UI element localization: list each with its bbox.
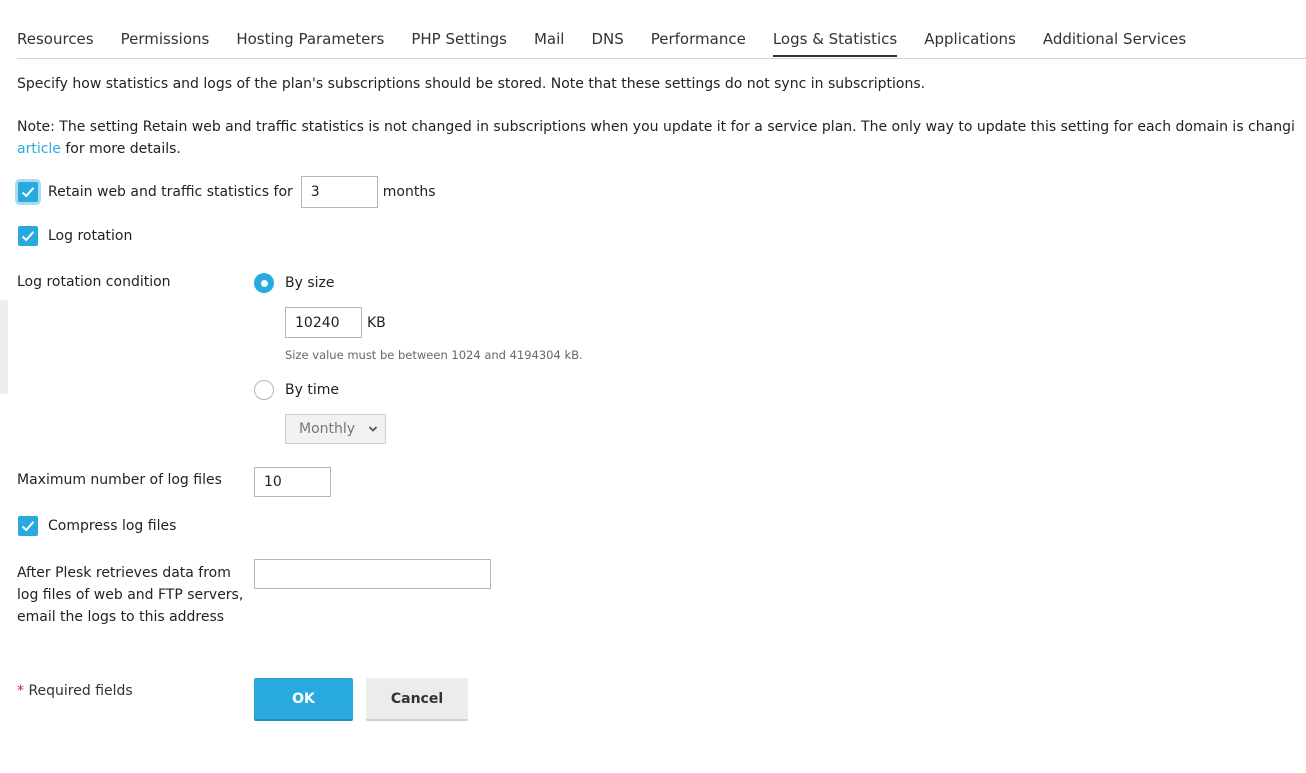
size-hint: Size value must be between 1024 and 4194… bbox=[285, 348, 583, 362]
required-fields-note: * Required fields bbox=[17, 683, 133, 699]
note-line-2: article for more details. bbox=[17, 138, 1306, 160]
log-rotation-label: Log rotation bbox=[48, 228, 133, 244]
retain-row: Retain web and traffic statistics for mo… bbox=[18, 176, 436, 208]
email-label: After Plesk retrieves data from log file… bbox=[17, 565, 244, 625]
note-after-link: for more details. bbox=[60, 141, 181, 157]
tab-additional-services[interactable]: Additional Services bbox=[1043, 28, 1186, 57]
by-time-radio[interactable] bbox=[254, 380, 274, 400]
rotation-period-select[interactable]: Monthly bbox=[285, 414, 386, 444]
note-line: Note: The setting Retain web and traffic… bbox=[17, 119, 1295, 135]
note-text: Note: The setting Retain web and traffic… bbox=[17, 116, 1306, 160]
retain-label: Retain web and traffic statistics for bbox=[48, 184, 293, 200]
size-row: KB bbox=[285, 307, 386, 338]
rotation-condition-label: Log rotation condition bbox=[17, 274, 171, 290]
tab-hosting-parameters[interactable]: Hosting Parameters bbox=[236, 28, 384, 57]
required-star: * bbox=[17, 683, 24, 699]
compress-label: Compress log files bbox=[48, 518, 177, 534]
tab-resources[interactable]: Resources bbox=[17, 28, 94, 57]
checkmark-icon bbox=[21, 521, 35, 532]
compress-row: Compress log files bbox=[18, 515, 176, 537]
checkmark-icon bbox=[21, 231, 35, 242]
by-time-row: By time bbox=[254, 379, 339, 401]
log-rotation-row: Log rotation bbox=[18, 225, 132, 247]
article-link[interactable]: article bbox=[17, 141, 61, 157]
tab-dns[interactable]: DNS bbox=[591, 28, 623, 57]
page: Resources Permissions Hosting Parameters… bbox=[0, 0, 1306, 773]
radio-dot bbox=[260, 279, 268, 287]
max-logs-input[interactable] bbox=[254, 467, 331, 497]
retain-unit: months bbox=[382, 184, 436, 200]
by-size-row: By size bbox=[254, 272, 335, 294]
email-input[interactable] bbox=[254, 559, 491, 589]
tab-permissions[interactable]: Permissions bbox=[121, 28, 210, 57]
intro-text: Specify how statistics and logs of the p… bbox=[17, 76, 926, 92]
by-size-radio[interactable] bbox=[254, 273, 274, 293]
tab-applications[interactable]: Applications bbox=[924, 28, 1016, 57]
tab-bar: Resources Permissions Hosting Parameters… bbox=[17, 28, 1306, 59]
size-unit: KB bbox=[367, 314, 386, 331]
max-logs-label: Maximum number of log files bbox=[17, 472, 222, 488]
required-label: Required fields bbox=[24, 683, 133, 699]
log-rotation-checkbox[interactable] bbox=[18, 226, 38, 246]
by-size-label: By size bbox=[285, 275, 335, 291]
tab-mail[interactable]: Mail bbox=[534, 28, 564, 57]
tab-logs-statistics[interactable]: Logs & Statistics bbox=[772, 28, 898, 57]
chevron-down-icon bbox=[368, 426, 378, 432]
log-size-input[interactable] bbox=[285, 307, 362, 338]
tab-php-settings[interactable]: PHP Settings bbox=[411, 28, 507, 57]
compress-checkbox[interactable] bbox=[18, 516, 38, 536]
tab-performance[interactable]: Performance bbox=[651, 28, 746, 57]
rotation-period-value: Monthly bbox=[299, 421, 356, 437]
by-time-label: By time bbox=[285, 382, 339, 398]
side-panel-handle[interactable] bbox=[0, 300, 8, 394]
checkmark-icon bbox=[21, 187, 35, 198]
retain-months-input[interactable] bbox=[300, 176, 378, 208]
cancel-button[interactable]: Cancel bbox=[366, 678, 468, 721]
ok-button[interactable]: OK bbox=[254, 678, 353, 721]
retain-checkbox[interactable] bbox=[18, 182, 38, 202]
